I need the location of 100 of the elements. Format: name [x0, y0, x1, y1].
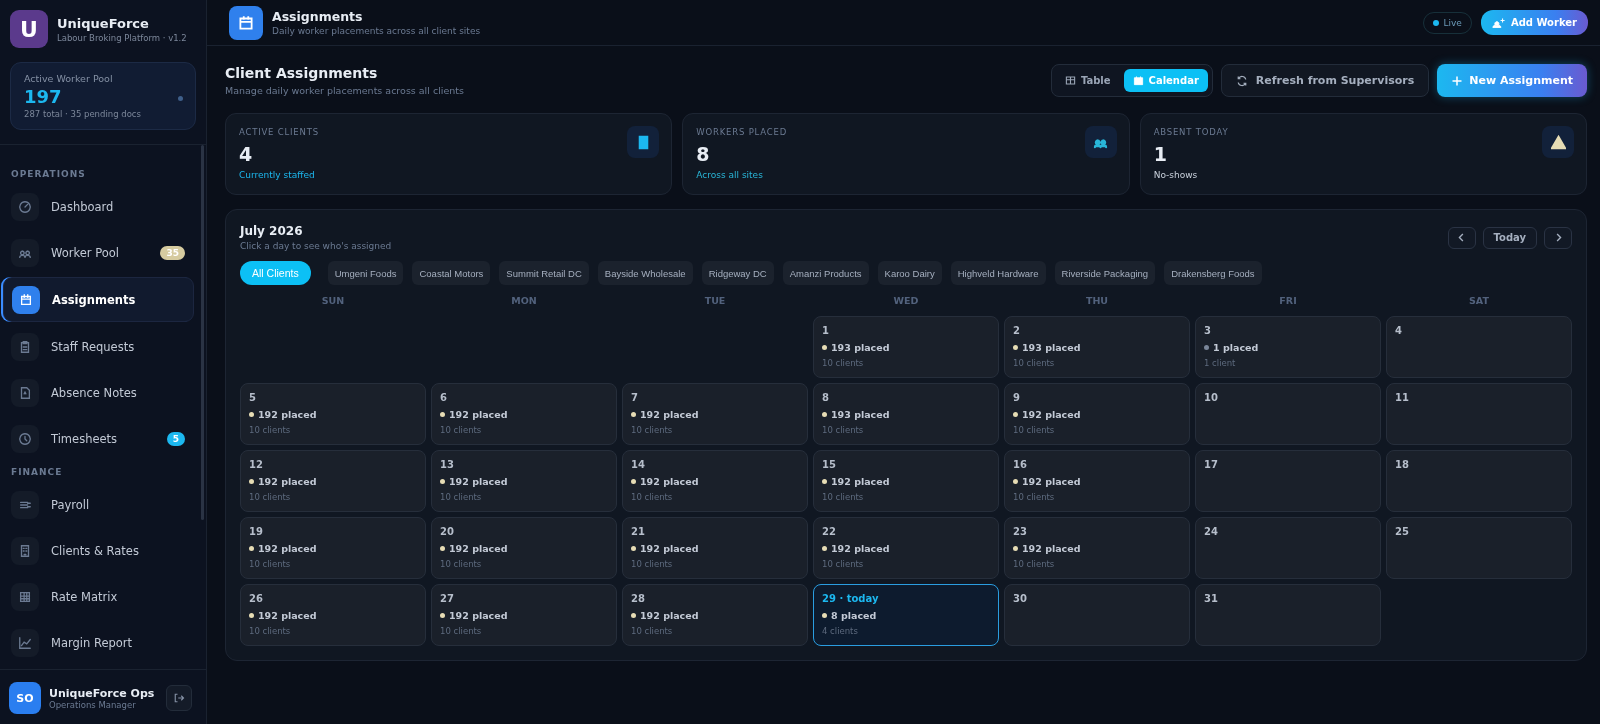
client-filter-chip[interactable]: Ridgeway DC [701, 261, 774, 285]
view-tab[interactable]: Table [1055, 69, 1120, 92]
day-number: 23 [1013, 526, 1028, 537]
clock-icon [11, 424, 39, 453]
nav-item[interactable]: Staff Requests [11, 325, 195, 368]
nav-item[interactable]: Worker Pool 35 [11, 231, 195, 274]
client-filter-chip[interactable]: Drakensberg Foods [1164, 261, 1262, 285]
client-count: 10 clients [440, 425, 483, 435]
day-cell[interactable]: 17 [1195, 450, 1381, 512]
placed-count: 192 placed [1022, 543, 1081, 554]
pool-label: Active Worker Pool [24, 73, 114, 84]
stat-note: Currently staffed [239, 170, 316, 180]
client-filter-chip[interactable]: Highveld Hardware [950, 261, 1046, 285]
pool-value: 197 [24, 86, 62, 107]
next-month-button[interactable] [1544, 226, 1572, 249]
user-name: UniqueForce Ops [49, 686, 156, 700]
page-header-title: Assignments [272, 9, 364, 24]
day-cell[interactable]: 31 [1195, 584, 1381, 646]
nav-label: Clients & Rates [51, 543, 140, 558]
day-cell[interactable]: 14 192 placed 10 clients [622, 450, 808, 512]
section-heading: OPERATIONS [10, 168, 87, 181]
day-cell[interactable]: 12 192 placed 10 clients [240, 450, 426, 512]
day-cell[interactable]: 22 192 placed 10 clients [813, 517, 999, 579]
day-cell[interactable]: 24 [1195, 517, 1381, 579]
day-cell[interactable]: 28 192 placed 10 clients [622, 584, 808, 646]
day-number: 5 [249, 392, 257, 403]
stat-label: WORKERS PLACED [696, 127, 789, 137]
day-cell[interactable]: 3 1 placed 1 client [1195, 316, 1381, 378]
client-filter-chip[interactable]: Riverside Packaging [1054, 261, 1156, 285]
placed-count: 192 placed [1022, 409, 1081, 420]
client-count: 10 clients [822, 425, 865, 435]
nav-label: Margin Report [51, 635, 134, 650]
day-cell[interactable]: 27 192 placed 10 clients [431, 584, 617, 646]
nav-item[interactable]: Assignments [3, 277, 194, 322]
placed-count: 8 placed [831, 610, 877, 621]
day-cell[interactable]: 9 192 placed 10 clients [1004, 383, 1190, 445]
day-cell[interactable]: 16 192 placed 10 clients [1004, 450, 1190, 512]
section-subtitle: Manage daily worker placements across all clients [225, 85, 464, 96]
add-worker-button[interactable]: Add Worker [1480, 10, 1588, 35]
day-number: 24 [1204, 526, 1219, 537]
day-cell[interactable]: 2 193 placed 10 clients [1004, 316, 1190, 378]
nav-item[interactable]: Timesheets 5 [11, 417, 195, 460]
day-cell[interactable]: 11 [1386, 383, 1572, 445]
day-cell[interactable]: 4 [1386, 316, 1572, 378]
client-filter-chip[interactable]: Summit Retail DC [499, 261, 589, 285]
day-cell[interactable]: 6 192 placed 10 clients [431, 383, 617, 445]
day-number: 2 [1013, 325, 1021, 336]
day-number: 30 [1013, 593, 1028, 604]
day-number: 7 [631, 392, 639, 403]
day-cell[interactable]: 5 192 placed 10 clients [240, 383, 426, 445]
calendar-icon [1132, 75, 1144, 86]
day-cell[interactable]: 18 [1386, 450, 1572, 512]
section-heading: FINANCE [10, 466, 64, 479]
person-plus-icon [1491, 16, 1505, 29]
refresh-button[interactable]: Refresh from Supervisors [1220, 64, 1430, 97]
client-count: 10 clients [822, 492, 865, 502]
day-number: 22 [822, 526, 837, 537]
nav-item[interactable]: Clients & Rates [11, 529, 195, 572]
client-filter-chip[interactable]: Karoo Dairy [877, 261, 942, 285]
nav-item[interactable]: Dashboard [11, 185, 195, 228]
day-cell[interactable]: 15 192 placed 10 clients [813, 450, 999, 512]
logout-button[interactable] [166, 685, 192, 711]
day-number: 8 [822, 392, 830, 403]
day-cell[interactable]: 7 192 placed 10 clients [622, 383, 808, 445]
client-filter-chip[interactable]: Umgeni Foods [327, 261, 404, 285]
day-cell[interactable]: 29 · today 8 placed 4 clients [813, 584, 999, 646]
nav-label: Payroll [51, 497, 91, 512]
day-cell[interactable]: 26 192 placed 10 clients [240, 584, 426, 646]
nav-item[interactable]: Absence Notes [11, 371, 195, 414]
user-avatar: SO [9, 682, 41, 714]
day-number: 20 [440, 526, 455, 537]
client-filter-chip[interactable]: Coastal Motors [412, 261, 491, 285]
day-cell[interactable]: 8 193 placed 10 clients [813, 383, 999, 445]
day-number: 12 [249, 459, 264, 470]
count-badge: 5 [166, 431, 185, 446]
day-cell[interactable]: 13 192 placed 10 clients [431, 450, 617, 512]
nav-item[interactable]: Margin Report [11, 621, 195, 664]
day-cell[interactable]: 10 [1195, 383, 1381, 445]
nav-item[interactable]: Rate Matrix [11, 575, 195, 618]
day-number: 17 [1204, 459, 1219, 470]
client-filter-chip[interactable]: Bayside Wholesale [597, 261, 693, 285]
day-number: 21 [631, 526, 646, 537]
day-number: 10 [1204, 392, 1219, 403]
line-chart-icon [11, 628, 39, 657]
scrollbar[interactable] [201, 145, 204, 520]
day-cell[interactable]: 23 192 placed 10 clients [1004, 517, 1190, 579]
new-assignment-button[interactable]: New Assignment [1437, 64, 1587, 97]
day-cell[interactable]: 1 193 placed 10 clients [813, 316, 999, 378]
day-cell[interactable]: 19 192 placed 10 clients [240, 517, 426, 579]
previous-month-button[interactable] [1447, 226, 1476, 249]
client-filter-chip[interactable]: Amanzi Products [782, 261, 869, 285]
day-cell[interactable]: 25 [1386, 517, 1572, 579]
today-button[interactable]: Today [1482, 226, 1537, 249]
day-number: 28 [631, 593, 646, 604]
day-cell[interactable]: 30 [1004, 584, 1190, 646]
nav-item[interactable]: Payroll [11, 483, 195, 526]
day-cell[interactable]: 20 192 placed 10 clients [431, 517, 617, 579]
weekday-label: SAT [1468, 294, 1490, 308]
day-cell[interactable]: 21 192 placed 10 clients [622, 517, 808, 579]
table-icon [1064, 75, 1076, 86]
